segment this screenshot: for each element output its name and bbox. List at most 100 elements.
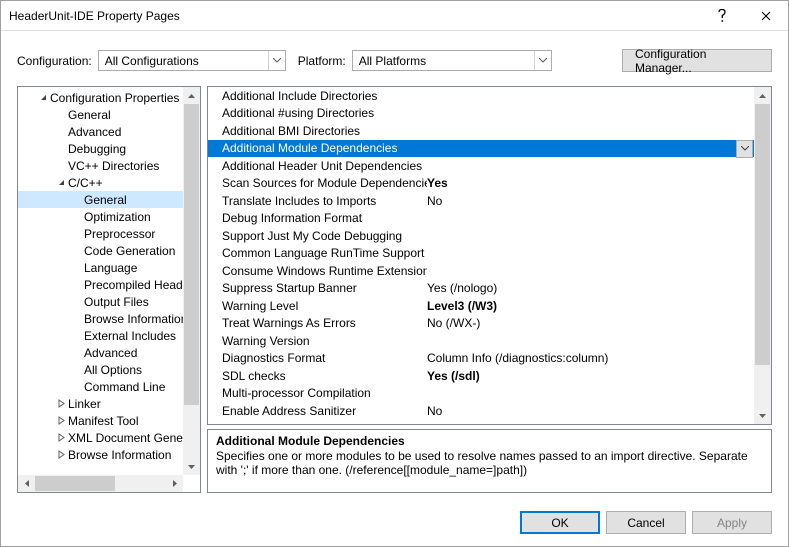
platform-combo[interactable]: All Platforms [352, 50, 552, 71]
tree-item-ccpp[interactable]: C/C++ [18, 174, 200, 191]
property-row[interactable]: Support Just My Code Debugging [208, 227, 771, 245]
property-name: Treat Warnings As Errors [222, 316, 427, 330]
twist-open-icon[interactable] [36, 93, 50, 102]
cancel-button[interactable]: Cancel [606, 511, 686, 534]
tree-item[interactable]: Preprocessor [18, 225, 200, 242]
property-name: Consume Windows Runtime Extension [222, 264, 427, 278]
property-grid[interactable]: Additional Include Directories Additional… [208, 87, 771, 424]
property-name: Diagnostics Format [222, 351, 427, 365]
tree-item[interactable]: Browse Information [18, 310, 200, 327]
tree-item[interactable]: Debugging [18, 140, 200, 157]
scroll-thumb[interactable] [184, 104, 199, 405]
tree-scrollbar-vertical[interactable] [183, 87, 200, 475]
tree-panel: Configuration PropertiesGeneralAdvancedD… [17, 86, 201, 493]
configuration-manager-button[interactable]: Configuration Manager... [622, 49, 772, 72]
property-value: No [427, 194, 771, 208]
help-button[interactable] [700, 1, 744, 31]
tree-item[interactable]: General [18, 191, 200, 208]
property-name: Enable Address Sanitizer [222, 404, 427, 418]
tree-item[interactable]: Linker [18, 395, 200, 412]
property-row[interactable]: Treat Warnings As ErrorsNo (/WX-) [208, 315, 771, 333]
tree-item[interactable]: Command Line [18, 378, 200, 395]
tree-item[interactable]: Browse Information [18, 446, 200, 463]
grid-scrollbar-vertical[interactable] [754, 87, 771, 424]
property-name: Additional Include Directories [222, 89, 427, 103]
property-row[interactable]: Additional Module Dependencies [208, 140, 771, 158]
tree-item[interactable]: Optimization [18, 208, 200, 225]
tree-item[interactable]: Advanced [18, 123, 200, 140]
tree-item[interactable]: Code Generation [18, 242, 200, 259]
description-title: Additional Module Dependencies [216, 434, 763, 448]
scroll-up-icon[interactable] [183, 87, 200, 104]
twist-closed-icon[interactable] [54, 399, 68, 408]
tree-item[interactable]: General [18, 106, 200, 123]
close-button[interactable] [744, 1, 788, 31]
tree-item[interactable]: All Options [18, 361, 200, 378]
platform-value: All Platforms [353, 54, 534, 68]
chevron-down-icon [268, 51, 285, 70]
property-value: No (/WX-) [427, 316, 771, 330]
ok-button[interactable]: OK [520, 511, 600, 534]
tree-scrollbar-horizontal[interactable] [18, 475, 183, 492]
config-bar: Configuration: All Configurations Platfo… [1, 31, 788, 86]
property-grid-panel: Additional Include Directories Additional… [207, 86, 772, 425]
property-name: Common Language RunTime Support [222, 246, 427, 260]
property-row[interactable]: Scan Sources for Module DependenciesYes [208, 175, 771, 193]
property-name: Warning Level [222, 299, 427, 313]
property-value: No [427, 404, 771, 418]
twist-closed-icon[interactable] [54, 416, 68, 425]
property-row[interactable]: Additional #using Directories [208, 105, 771, 123]
property-row[interactable]: Warning LevelLevel3 (/W3) [208, 297, 771, 315]
property-row[interactable]: Additional Header Unit Dependencies [208, 157, 771, 175]
scroll-up-icon[interactable] [754, 87, 771, 104]
scroll-down-icon[interactable] [183, 458, 200, 475]
tree-item[interactable]: VC++ Directories [18, 157, 200, 174]
property-row[interactable]: Suppress Startup BannerYes (/nologo) [208, 280, 771, 298]
window-title: HeaderUnit-IDE Property Pages [9, 9, 700, 23]
property-name: Debug Information Format [222, 211, 427, 225]
apply-button[interactable]: Apply [692, 511, 772, 534]
scroll-thumb[interactable] [755, 104, 770, 365]
twist-closed-icon[interactable] [54, 433, 68, 442]
property-dropdown-button[interactable] [736, 140, 753, 158]
property-row[interactable]: Additional Include Directories [208, 87, 771, 105]
property-name: Additional Module Dependencies [222, 141, 427, 155]
property-row[interactable]: Additional BMI Directories [208, 122, 771, 140]
property-row[interactable]: Translate Includes to ImportsNo [208, 192, 771, 210]
tree-item-configuration-properties[interactable]: Configuration Properties [18, 89, 200, 106]
twist-closed-icon[interactable] [54, 450, 68, 459]
property-row[interactable]: Multi-processor Compilation [208, 385, 771, 403]
property-value: Yes (/nologo) [427, 281, 771, 295]
scroll-left-icon[interactable] [18, 475, 35, 492]
property-row[interactable]: Warning Version [208, 332, 771, 350]
twist-open-icon[interactable] [54, 178, 68, 187]
tree-item[interactable]: Output Files [18, 293, 200, 310]
property-row[interactable]: SDL checksYes (/sdl) [208, 367, 771, 385]
property-name: Additional Header Unit Dependencies [222, 159, 427, 173]
property-name: Warning Version [222, 334, 427, 348]
scroll-down-icon[interactable] [754, 407, 771, 424]
configuration-combo[interactable]: All Configurations [98, 50, 286, 71]
tree-item[interactable]: External Includes [18, 327, 200, 344]
tree-item[interactable]: XML Document Genera [18, 429, 200, 446]
tree-item[interactable]: Advanced [18, 344, 200, 361]
scroll-right-icon[interactable] [166, 475, 183, 492]
property-row[interactable]: Enable Address SanitizerNo [208, 402, 771, 420]
titlebar: HeaderUnit-IDE Property Pages [1, 1, 788, 31]
property-name: SDL checks [222, 369, 427, 383]
tree-item[interactable]: Precompiled Heade [18, 276, 200, 293]
dialog-footer: OK Cancel Apply [1, 503, 788, 546]
property-row[interactable]: Debug Information Format [208, 210, 771, 228]
tree-item[interactable]: Manifest Tool [18, 412, 200, 429]
property-value: Yes [427, 176, 771, 190]
property-row[interactable]: Diagnostics FormatColumn Info (/diagnost… [208, 350, 771, 368]
property-name: Multi-processor Compilation [222, 386, 427, 400]
tree-item[interactable]: Language [18, 259, 200, 276]
property-row[interactable]: Common Language RunTime Support [208, 245, 771, 263]
property-name: Additional BMI Directories [222, 124, 427, 138]
property-value: Column Info (/diagnostics:column) [427, 351, 771, 365]
property-name: Support Just My Code Debugging [222, 229, 427, 243]
property-row[interactable]: Consume Windows Runtime Extension [208, 262, 771, 280]
tree[interactable]: Configuration PropertiesGeneralAdvancedD… [18, 87, 200, 492]
scroll-thumb[interactable] [35, 476, 115, 491]
